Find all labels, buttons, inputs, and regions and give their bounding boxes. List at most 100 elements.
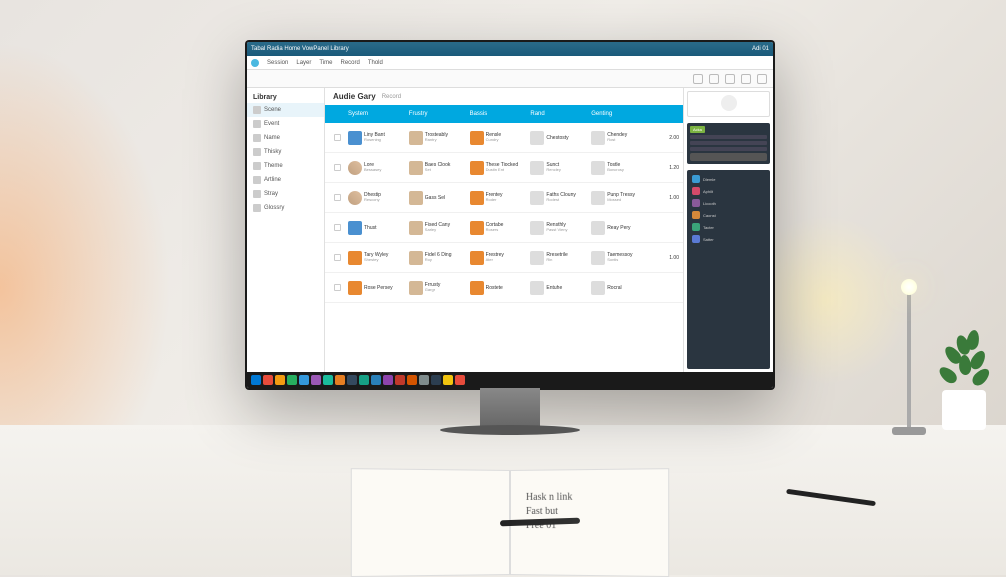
taskbar-app-icon[interactable]: [299, 375, 309, 385]
row-value: 1.20: [649, 165, 679, 171]
search-icon[interactable]: [693, 74, 703, 84]
cell-text: Rocral: [607, 285, 621, 291]
cell-icon: [591, 131, 605, 145]
taskbar-app-icon[interactable]: [419, 375, 429, 385]
taskbar-app-icon[interactable]: [251, 375, 261, 385]
menu-icon[interactable]: [251, 59, 259, 67]
taskbar-app-icon[interactable]: [311, 375, 321, 385]
page-title: Audie Gary: [333, 92, 376, 101]
sidebar-item[interactable]: Scene: [247, 103, 324, 117]
table-row[interactable]: Liny BantRoseningTrosteablyRantryRensleC…: [325, 123, 683, 153]
panel-list-item[interactable]: Satter: [690, 233, 767, 245]
sidebar-item[interactable]: Name: [247, 131, 324, 145]
refresh-icon[interactable]: [709, 74, 719, 84]
menu-item[interactable]: Layer: [296, 60, 311, 66]
taskbar-app-icon[interactable]: [287, 375, 297, 385]
cell-text: SunctRencley: [546, 162, 560, 173]
table-row[interactable]: DhestipResconyGass SelFrenteyRoderFaths …: [325, 183, 683, 213]
panel-list-item[interactable]: Caonst: [690, 209, 767, 221]
cell-text: RresetrileRin: [546, 252, 567, 263]
panel-list-item[interactable]: Tacter: [690, 221, 767, 233]
cell-text: Rose Persey: [364, 285, 393, 291]
row-checkbox[interactable]: [329, 224, 345, 231]
cell-icon: [530, 221, 544, 235]
sidebar-label: Scene: [264, 107, 281, 113]
cell: Entuhe: [527, 281, 588, 295]
table-row[interactable]: ThustFised CanySarleyCortabeRosersRensth…: [325, 213, 683, 243]
menu-item[interactable]: Record: [341, 60, 360, 66]
sidebar-item[interactable]: Artline: [247, 173, 324, 187]
panel-list-item[interactable]: Licooth: [690, 197, 767, 209]
menu-item[interactable]: Session: [267, 60, 288, 66]
info-line: [690, 135, 767, 139]
taskbar-app-icon[interactable]: [275, 375, 285, 385]
row-checkbox[interactable]: [329, 284, 345, 291]
sidebar-item[interactable]: Glossry: [247, 201, 324, 215]
grid-icon[interactable]: [741, 74, 751, 84]
user-icon[interactable]: [757, 74, 767, 84]
panel-list-item[interactable]: Aphilt: [690, 185, 767, 197]
cell-icon: [530, 281, 544, 295]
sidebar-item[interactable]: Event: [247, 117, 324, 131]
right-panel: Acka DlemleAphiltLicoothCaonstTacterSatt…: [683, 88, 773, 372]
row-checkbox[interactable]: [329, 134, 345, 141]
taskbar-app-icon[interactable]: [335, 375, 345, 385]
action-button[interactable]: [690, 153, 767, 161]
cell: Chestosty: [527, 131, 588, 145]
th[interactable]: System: [345, 111, 406, 117]
cell-icon: [470, 191, 484, 205]
menu-item[interactable]: Thold: [368, 60, 383, 66]
taskbar-app-icon[interactable]: [323, 375, 333, 385]
list-item-icon: [692, 175, 700, 183]
row-checkbox[interactable]: [329, 194, 345, 201]
sidebar-item[interactable]: Thisky: [247, 145, 324, 159]
cell: Rocral: [588, 281, 649, 295]
th[interactable]: Bassis: [467, 111, 528, 117]
taskbar-app-icon[interactable]: [395, 375, 405, 385]
cell-text: RensleCundry: [486, 132, 502, 143]
taskbar-app-icon[interactable]: [443, 375, 453, 385]
list-item-label: Licooth: [703, 201, 716, 206]
taskbar-app-icon[interactable]: [263, 375, 273, 385]
cell: Thust: [345, 221, 406, 235]
cell-text: LoreBessasey: [364, 162, 381, 173]
cell-text: CortabeRosers: [486, 222, 504, 233]
table-row[interactable]: Tary WyleyShesteyFidel 6 DingRoyFrestrey…: [325, 243, 683, 273]
row-checkbox[interactable]: [329, 254, 345, 261]
taskbar-app-icon[interactable]: [371, 375, 381, 385]
menu-item[interactable]: Time: [319, 60, 332, 66]
monitor-base: [440, 425, 580, 435]
sidebar-item[interactable]: Stray: [247, 187, 324, 201]
th[interactable]: Rand: [527, 111, 588, 117]
sidebar-label: Artline: [264, 177, 281, 183]
row-icon: [348, 251, 362, 265]
table-row[interactable]: LoreBessaseyBaes ClookSetThese TiockedDu…: [325, 153, 683, 183]
settings-icon[interactable]: [725, 74, 735, 84]
cell-text: Tary WyleyShestey: [364, 252, 388, 263]
cell: FrrustyGargr: [406, 281, 467, 295]
table-row[interactable]: Rose PerseyFrrustyGargrRosteteEntuheRocr…: [325, 273, 683, 303]
cell-text: Faths ClounyRodest: [546, 192, 575, 203]
cell-text: TaemessoySontis: [607, 252, 632, 263]
row-value: 2.00: [649, 135, 679, 141]
menubar: Session Layer Time Record Thold: [247, 56, 773, 70]
row-icon: [348, 191, 362, 205]
sidebar-item[interactable]: Theme: [247, 159, 324, 173]
table-body: Liny BantRoseningTrosteablyRantryRensleC…: [325, 123, 683, 372]
taskbar-app-icon[interactable]: [407, 375, 417, 385]
taskbar-app-icon[interactable]: [359, 375, 369, 385]
notebook-left-page: [351, 468, 510, 577]
row-checkbox[interactable]: [329, 164, 345, 171]
cell: These TiockedDustin Ent: [467, 161, 528, 175]
th[interactable]: Frustry: [406, 111, 467, 117]
taskbar-app-icon[interactable]: [455, 375, 465, 385]
taskbar-app-icon[interactable]: [347, 375, 357, 385]
taskbar-app-icon[interactable]: [383, 375, 393, 385]
panel-list-item[interactable]: Dlemle: [690, 173, 767, 185]
th[interactable]: Genting: [588, 111, 649, 117]
taskbar-app-icon[interactable]: [431, 375, 441, 385]
list-item-label: Satter: [703, 237, 714, 242]
window-titlebar: Tabal Radia Home VowPanel Library Adi 01: [247, 42, 773, 56]
profile-card[interactable]: [687, 91, 770, 117]
cell-icon: [530, 251, 544, 265]
